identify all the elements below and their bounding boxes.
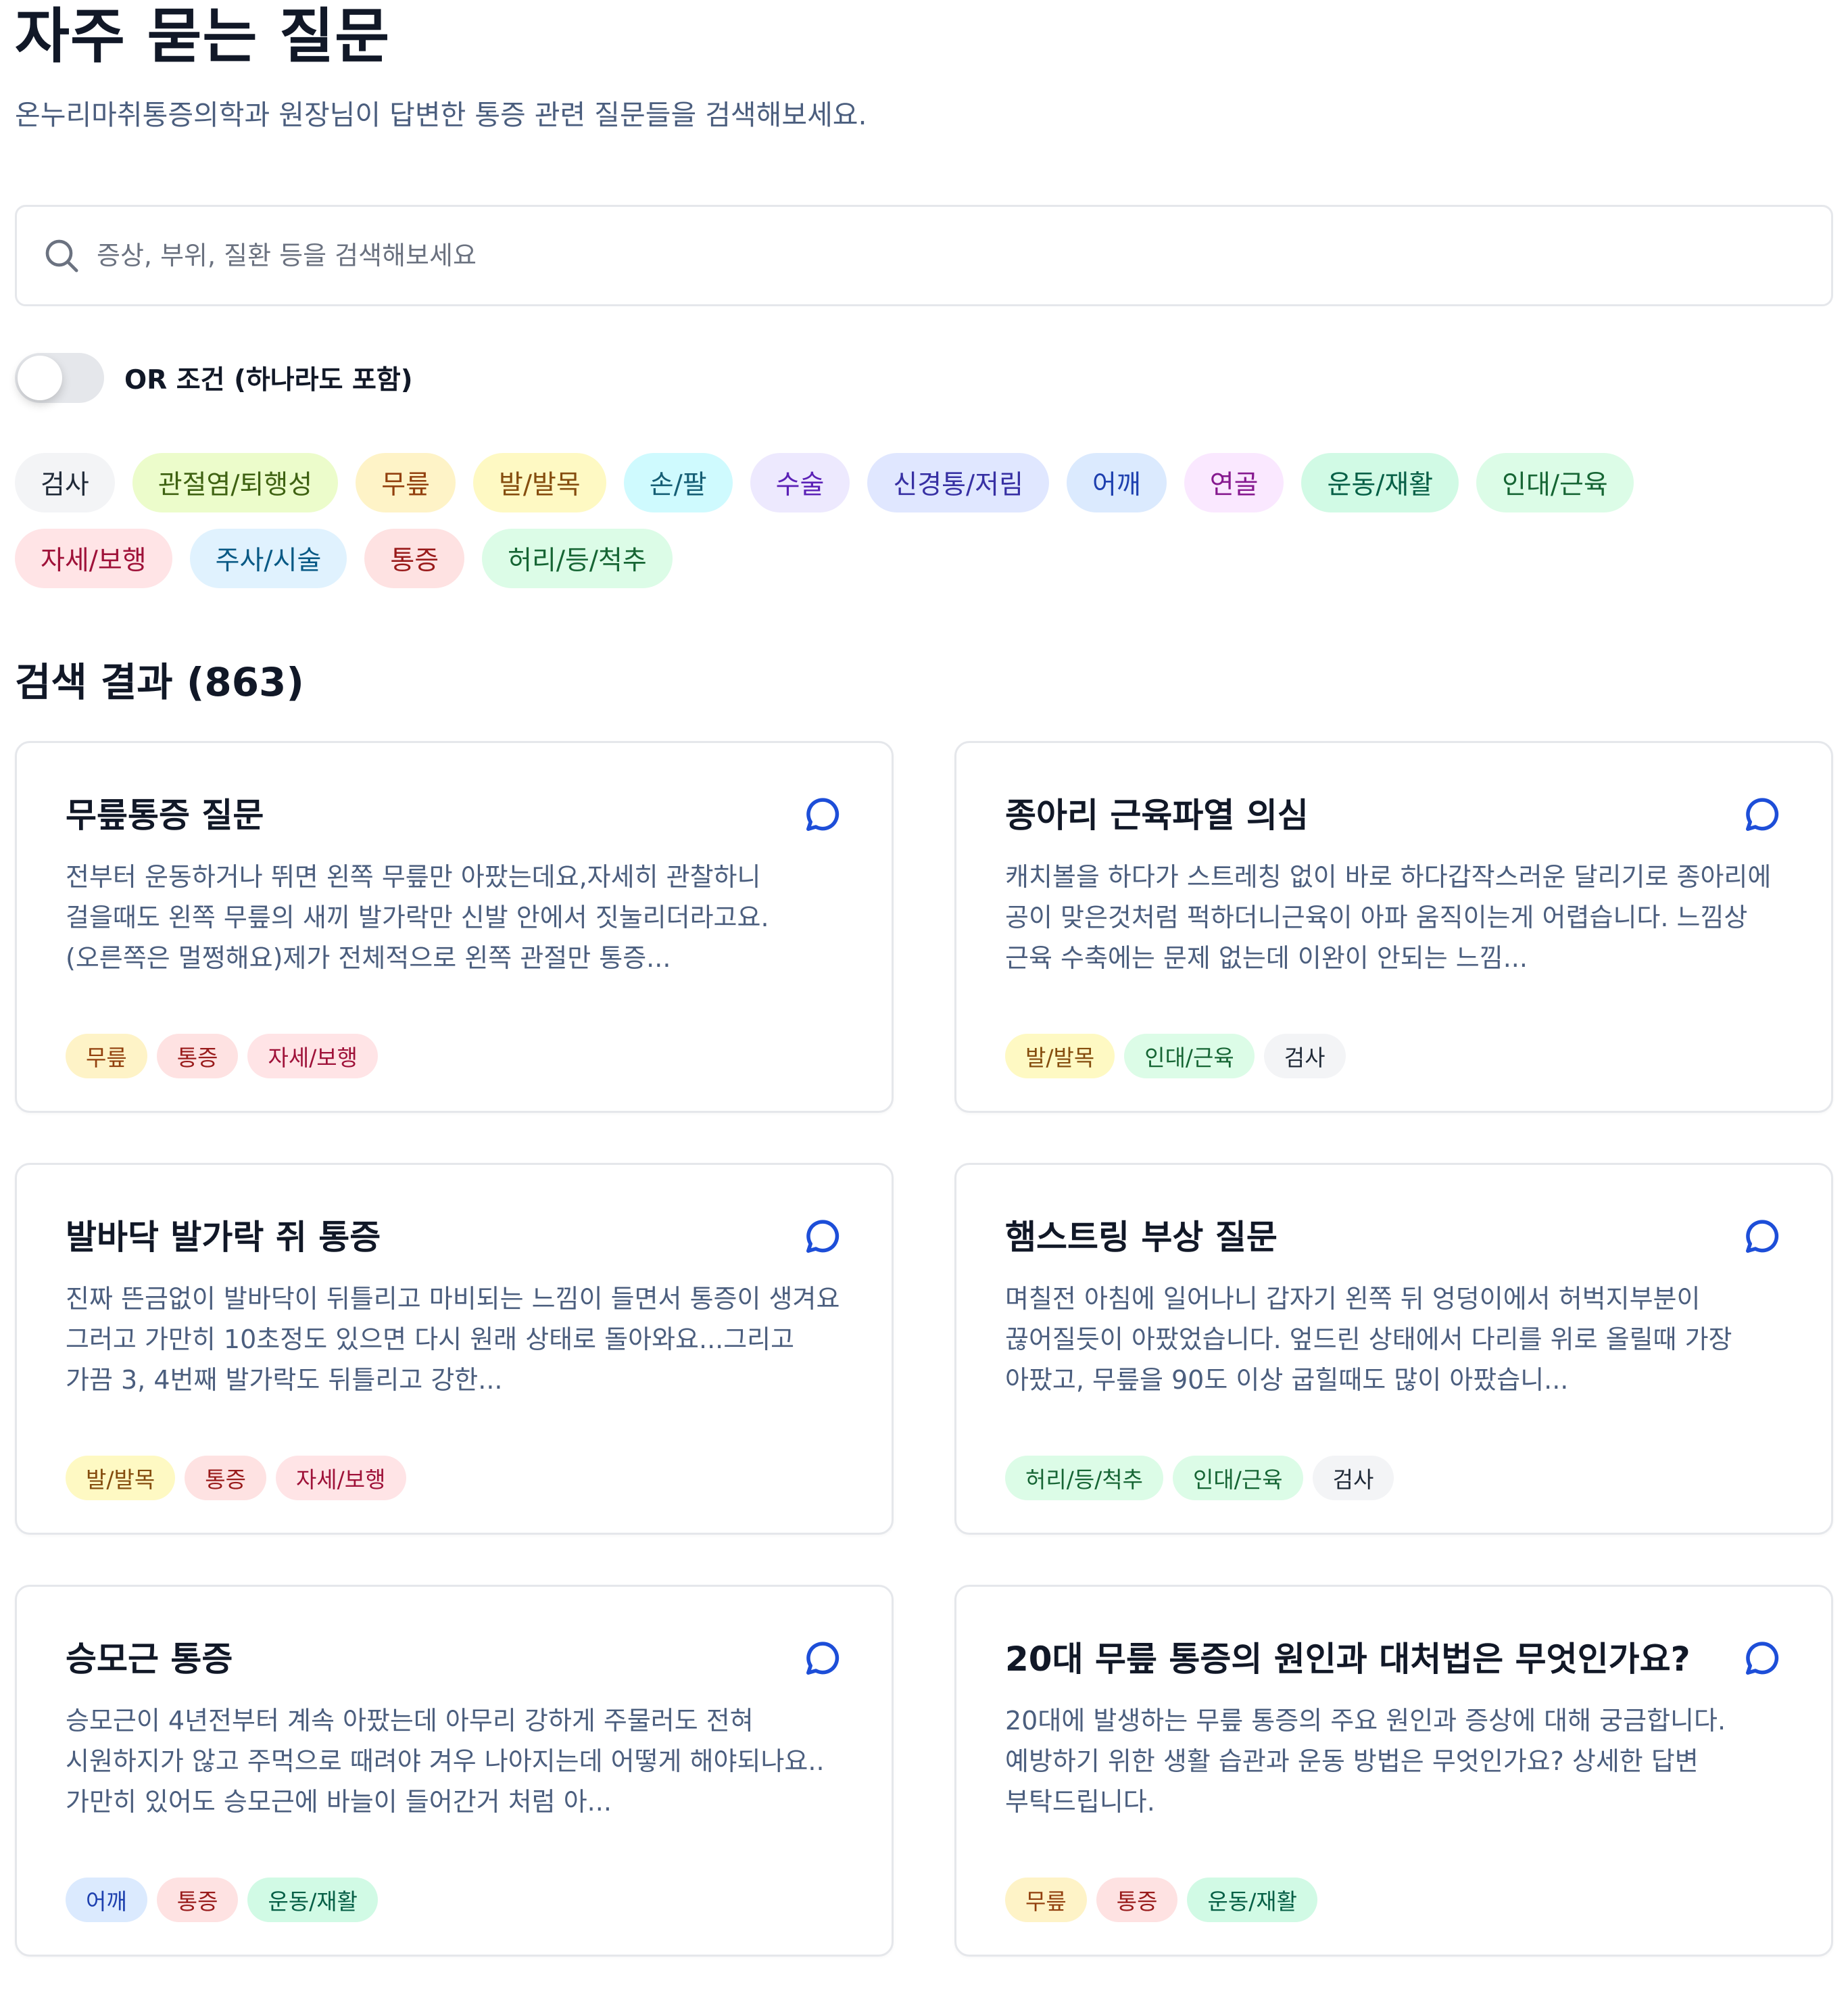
faq-card[interactable]: 종아리 근육파열 의심캐치볼을 하다가 스트레칭 없이 바로 하다갑작스러운 달… [954,741,1833,1113]
category-tag: 통증 [1096,1878,1178,1922]
category-tag: 운동/재활 [1187,1878,1318,1922]
category-tag: 통증 [156,1034,239,1078]
filter-chip[interactable]: 운동/재활 [1301,453,1459,512]
faq-card-tags: 발/발목 통증 자세/보행 [66,1456,406,1500]
chat-bubble-icon [1742,794,1782,835]
category-tag: 운동/재활 [247,1878,379,1922]
category-tag: 무릎 [1005,1878,1087,1922]
category-tag: 인대/근육 [1124,1034,1255,1078]
search-icon [45,239,78,272]
faq-card-tags: 무릎 통증 자세/보행 [66,1034,379,1078]
faq-card[interactable]: 승모근 통증승모근이 4년전부터 계속 아팠는데 아무리 강하게 주물러도 전혀… [15,1585,894,1957]
faq-card-tags: 무릎 통증 운동/재활 [1005,1878,1318,1922]
category-tag: 통증 [156,1878,239,1922]
filter-chip[interactable]: 손/팔 [623,453,733,512]
faq-card[interactable]: 발바닥 발가락 쥐 통증진짜 뜬금없이 발바닥이 뒤틀리고 마비되는 느낌이 들… [15,1163,894,1535]
filter-chip[interactable]: 통증 [364,529,465,588]
category-tag: 어깨 [66,1878,147,1922]
faq-card-title: 발바닥 발가락 쥐 통증 [66,1218,381,1257]
category-tag: 무릎 [66,1034,147,1078]
category-tag: 통증 [185,1456,266,1500]
filter-chip[interactable]: 인대/근육 [1476,453,1634,512]
category-tag: 인대/근육 [1173,1456,1303,1500]
chat-bubble-icon [802,1638,843,1679]
faq-card[interactable]: 20대 무릎 통증의 원인과 대처법은 무엇인가요? 20대에 발생하는 무릎 통… [954,1585,1833,1957]
filter-chip[interactable]: 신경통/저림 [867,453,1049,512]
filter-chip[interactable]: 자세/보행 [15,529,172,588]
faq-card-excerpt: 승모근이 4년전부터 계속 아팠는데 아무리 강하게 주물러도 전혀 시원하지가… [66,1706,825,1817]
or-condition-label: OR 조건 (하나라도 포함) [124,365,413,396]
faq-card-excerpt: 며칠전 아침에 일어나니 갑자기 왼쪽 뒤 엉덩이에서 허벅지부분이 끊어질듯이… [1005,1284,1732,1395]
page-subtitle: 온누리마취통증의학과 원장님이 답변한 통증 관련 질문들을 검색해보세요. [15,99,867,131]
search-input[interactable] [97,207,1831,304]
or-condition-toggle[interactable] [15,353,104,403]
filter-chip[interactable]: 발/발목 [472,453,606,512]
filter-chip[interactable]: 허리/등/척추 [482,529,673,588]
category-tag: 발/발목 [1005,1034,1115,1078]
faq-card-tags: 허리/등/척추 인대/근육 검사 [1005,1456,1394,1500]
chat-bubble-icon [802,1216,843,1257]
faq-card-title: 무릎통증 질문 [66,796,264,835]
category-tag: 자세/보행 [247,1034,379,1078]
filter-chip[interactable]: 수술 [750,453,850,512]
or-condition-toggle-row: OR 조건 (하나라도 포함) [15,353,413,403]
chat-bubble-icon [1742,1638,1782,1679]
category-filter-chips: 검사 관절염/퇴행성 무릎 발/발목 손/팔 수술 신경통/저림 어깨 연골 운동/재활 인대/근육… [15,453,1678,588]
page-title: 자주 묻는 질문 [15,1,391,71]
chat-bubble-icon [802,794,843,835]
faq-card-excerpt: 전부터 운동하거나 뛰면 왼쪽 무릎만 아팠는데요,자세히 관찰하니 걸을때도 … [66,862,769,973]
chat-bubble-icon [1742,1216,1782,1257]
faq-card-title: 승모근 통증 [66,1640,233,1679]
filter-chip[interactable]: 검사 [15,453,115,512]
faq-card-title: 햄스트링 부상 질문 [1005,1218,1278,1257]
faq-card-title: 20대 무릎 통증의 원인과 대처법은 무엇인가요? [1005,1640,1691,1679]
faq-card-excerpt: 진짜 뜬금없이 발바닥이 뒤틀리고 마비되는 느낌이 들면서 통증이 생겨요 그… [66,1284,840,1395]
filter-chip[interactable]: 연골 [1184,453,1284,512]
filter-chip[interactable]: 어깨 [1066,453,1167,512]
category-tag: 허리/등/척추 [1005,1456,1164,1500]
category-tag: 검사 [1312,1456,1394,1500]
filter-chip[interactable]: 주사/시술 [189,529,347,588]
category-tag: 발/발목 [66,1456,176,1500]
faq-card[interactable]: 햄스트링 부상 질문며칠전 아침에 일어나니 갑자기 왼쪽 뒤 엉덩이에서 허벅… [954,1163,1833,1535]
toggle-knob [18,356,62,400]
filter-chip[interactable]: 관절염/퇴행성 [132,453,339,512]
filter-chip[interactable]: 무릎 [356,453,456,512]
faq-page: 자주 묻는 질문 온누리마취통증의학과 원장님이 답변한 통증 관련 질문들을 … [0,0,1848,2008]
results-heading: 검색 결과 (863) [15,659,304,705]
results-grid: 무릎통증 질문전부터 운동하거나 뛰면 왼쪽 무릎만 아팠는데요,자세히 관찰하… [15,741,1833,1957]
faq-card-title: 종아리 근육파열 의심 [1005,796,1309,835]
faq-card[interactable]: 무릎통증 질문전부터 운동하거나 뛰면 왼쪽 무릎만 아팠는데요,자세히 관찰하… [15,741,894,1113]
faq-card-tags: 어깨 통증 운동/재활 [66,1878,379,1922]
search-box[interactable] [15,205,1833,306]
category-tag: 검사 [1263,1034,1346,1078]
faq-card-tags: 발/발목 인대/근육 검사 [1005,1034,1346,1078]
faq-card-excerpt: 캐치볼을 하다가 스트레칭 없이 바로 하다갑작스러운 달리기로 종아리에 공이… [1005,862,1772,973]
faq-card-excerpt: 20대에 발생하는 무릎 통증의 주요 원인과 증상에 대해 궁금합니다. 예방… [1005,1706,1726,1817]
category-tag: 자세/보행 [275,1456,406,1500]
